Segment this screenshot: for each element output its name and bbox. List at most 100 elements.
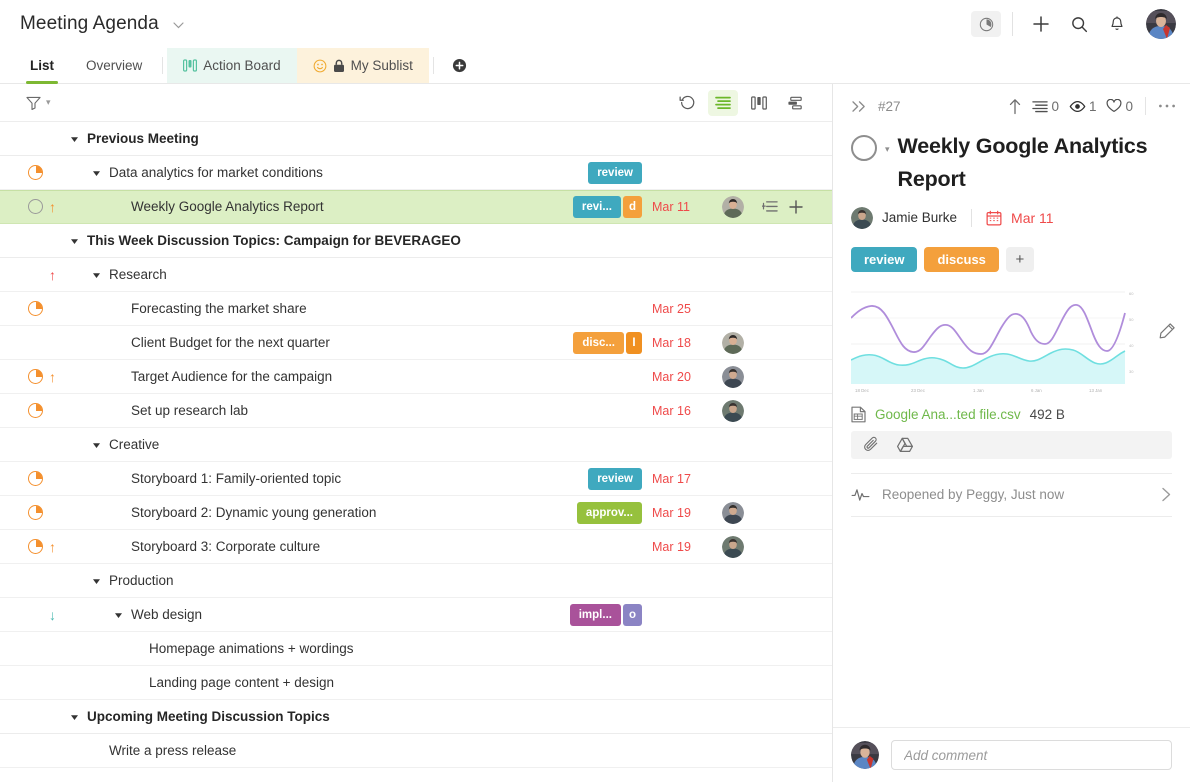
subtask-count[interactable]: 0: [1032, 99, 1059, 114]
tag-review[interactable]: review: [588, 467, 642, 490]
table-row[interactable]: ↓ Web design impl... o: [0, 598, 832, 632]
row-assignee[interactable]: [722, 365, 762, 388]
chevron-right-icon[interactable]: [1161, 487, 1172, 502]
table-row[interactable]: Landing page content + design: [0, 666, 832, 700]
priority-up-icon[interactable]: ↑: [49, 370, 56, 384]
table-row[interactable]: Data analytics for market conditions revi…: [0, 156, 832, 190]
search-icon[interactable]: [1062, 9, 1096, 39]
table-row[interactable]: Production: [0, 564, 832, 598]
row-due-date[interactable]: Mar 19: [652, 506, 722, 520]
pie-chart-icon[interactable]: [971, 11, 1001, 37]
google-drive-icon[interactable]: [896, 437, 914, 453]
avatar[interactable]: [722, 365, 744, 388]
table-row[interactable]: Forecasting the market share Mar 25: [0, 292, 832, 326]
progress-circle-icon[interactable]: [28, 403, 43, 418]
double-chevron-right-icon[interactable]: [851, 100, 868, 113]
tag-i[interactable]: I: [626, 331, 642, 354]
avatar[interactable]: [722, 195, 744, 218]
tag-approv[interactable]: approv...: [576, 501, 642, 524]
progress-circle-icon[interactable]: [28, 369, 43, 384]
collapse-triangle-icon[interactable]: [70, 135, 82, 144]
arrow-up-icon[interactable]: [1008, 98, 1022, 115]
paperclip-icon[interactable]: [863, 436, 880, 453]
tag-discuss[interactable]: discuss: [924, 246, 999, 272]
table-row[interactable]: This Week Discussion Topics: Campaign fo…: [0, 224, 832, 258]
row-due-date[interactable]: Mar 17: [652, 472, 722, 486]
table-row[interactable]: ↑ Target Audience for the campaign Mar 20: [0, 360, 832, 394]
add-subtask-icon[interactable]: [762, 200, 778, 213]
table-row[interactable]: ↑ Storyboard 3: Corporate culture Mar 19: [0, 530, 832, 564]
due-date[interactable]: Mar 11: [1011, 210, 1054, 226]
row-due-date[interactable]: Mar 25: [652, 302, 722, 316]
filter-button[interactable]: ▾: [26, 96, 51, 110]
table-row[interactable]: Creative: [0, 428, 832, 462]
collapse-triangle-icon[interactable]: [70, 713, 82, 722]
comment-input[interactable]: [891, 740, 1172, 770]
tag-d[interactable]: d: [622, 195, 642, 218]
table-row[interactable]: Write a press release: [0, 734, 832, 768]
status-circle-icon[interactable]: [28, 199, 43, 214]
row-assignee[interactable]: [722, 535, 762, 558]
collapse-triangle-icon[interactable]: [92, 441, 104, 450]
tab-action-board[interactable]: Action Board: [167, 48, 297, 83]
row-assignee[interactable]: [722, 501, 762, 524]
edit-pencil-icon[interactable]: [1158, 322, 1176, 340]
progress-circle-icon[interactable]: [28, 165, 43, 180]
priority-up-icon[interactable]: ↑: [49, 540, 56, 554]
timeline-view-icon[interactable]: [780, 90, 810, 116]
table-row[interactable]: Storyboard 2: Dynamic young generation ap…: [0, 496, 832, 530]
tab-list[interactable]: List: [14, 48, 70, 84]
activity-row[interactable]: Reopened by Peggy, Just now: [851, 472, 1172, 517]
row-due-date[interactable]: Mar 20: [652, 370, 722, 384]
ellipsis-icon[interactable]: [1158, 103, 1176, 109]
table-row[interactable]: ↑ Research: [0, 258, 832, 292]
row-due-date[interactable]: Mar 16: [652, 404, 722, 418]
add-tag-button[interactable]: +: [1005, 246, 1034, 272]
row-assignee[interactable]: [722, 331, 762, 354]
progress-circle-icon[interactable]: [28, 471, 43, 486]
add-row-icon[interactable]: [788, 199, 804, 215]
list-view-icon[interactable]: [708, 89, 738, 116]
task-status-checkbox[interactable]: [851, 135, 877, 161]
table-row-selected[interactable]: ↑ Weekly Google Analytics Report revi... d M…: [0, 190, 832, 224]
table-row[interactable]: Storyboard 1: Family-oriented topic revie…: [0, 462, 832, 496]
attachment-name[interactable]: Google Ana...ted file.csv: [875, 407, 1021, 422]
board-view-icon[interactable]: [744, 90, 774, 116]
row-due-date[interactable]: Mar 11: [652, 200, 722, 214]
avatar[interactable]: [722, 535, 744, 558]
watcher-count[interactable]: 1: [1069, 99, 1096, 114]
tab-my-sublist[interactable]: My Sublist: [296, 48, 429, 83]
like-count[interactable]: 0: [1106, 99, 1133, 114]
collapse-triangle-icon[interactable]: [70, 237, 82, 246]
row-due-date[interactable]: Mar 18: [652, 336, 722, 350]
priority-down-icon[interactable]: ↓: [49, 608, 56, 622]
tag-impl[interactable]: impl...: [569, 603, 621, 626]
table-row[interactable]: Upcoming Meeting Discussion Topics: [0, 700, 832, 734]
bell-icon[interactable]: [1100, 9, 1134, 39]
chevron-down-icon[interactable]: [173, 22, 184, 29]
tag-review[interactable]: review: [851, 246, 918, 272]
row-due-date[interactable]: Mar 19: [652, 540, 722, 554]
table-row[interactable]: Set up research lab Mar 16: [0, 394, 832, 428]
assignee-avatar[interactable]: [851, 206, 873, 229]
avatar[interactable]: [722, 331, 744, 354]
row-assignee[interactable]: [722, 399, 762, 422]
avatar[interactable]: [722, 399, 744, 422]
collapse-triangle-icon[interactable]: [92, 169, 104, 178]
tag-o[interactable]: o: [622, 603, 642, 626]
plus-icon[interactable]: [1024, 9, 1058, 39]
assignee-name[interactable]: Jamie Burke: [882, 210, 957, 225]
collapse-triangle-icon[interactable]: [92, 577, 104, 586]
progress-circle-icon[interactable]: [28, 539, 43, 554]
tag-revi[interactable]: revi...: [572, 195, 621, 218]
chevron-down-icon[interactable]: ▾: [885, 144, 890, 197]
avatar[interactable]: [722, 501, 744, 524]
table-row[interactable]: Client Budget for the next quarter disc..…: [0, 326, 832, 360]
tag-disc[interactable]: disc...: [573, 331, 624, 354]
avatar[interactable]: [1146, 9, 1176, 39]
progress-circle-icon[interactable]: [28, 301, 43, 316]
table-row[interactable]: Previous Meeting: [0, 122, 832, 156]
history-icon[interactable]: [672, 90, 702, 116]
tag-review[interactable]: review: [588, 161, 642, 184]
row-assignee[interactable]: [722, 195, 762, 218]
